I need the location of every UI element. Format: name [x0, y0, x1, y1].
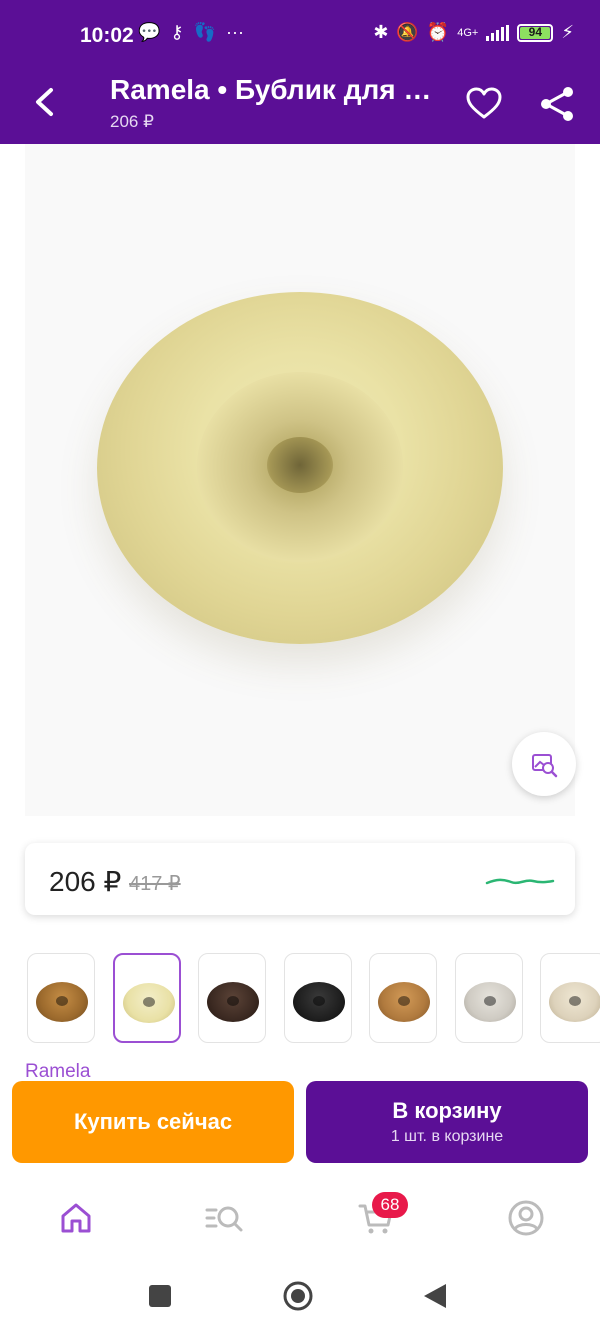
price-old: 417 ₽: [129, 873, 181, 895]
nav-home[interactable]: [56, 1198, 96, 1238]
signal-icon: [486, 24, 510, 41]
system-navigation-bar: [0, 1262, 600, 1332]
network-type: 4G+: [457, 26, 479, 39]
page-title: Ramela • Бублик для …: [110, 74, 432, 105]
bottom-navigation: [0, 1180, 600, 1260]
catalog-search-icon: [205, 1206, 243, 1232]
status-time: 10:02: [80, 24, 134, 47]
home-system-button[interactable]: [282, 1280, 314, 1312]
variant-thumbnail-7[interactable]: [540, 953, 600, 1043]
add-to-cart-button[interactable]: В корзину 1 шт. в корзине: [306, 1081, 588, 1163]
chat-icon: 💬: [138, 22, 161, 42]
buy-now-label: Купить сейчас: [73, 1109, 233, 1134]
price-card[interactable]: 206 ₽ 417 ₽: [25, 843, 575, 915]
visual-search-button[interactable]: [512, 732, 576, 796]
hair-bun-picture: [97, 292, 503, 644]
home-icon: [61, 1203, 91, 1233]
steps-icon: 👣: [193, 22, 217, 42]
buy-now-button[interactable]: Купить сейчас: [12, 1081, 294, 1163]
back-button[interactable]: [26, 82, 66, 122]
more-icon: ···: [226, 22, 245, 42]
status-right-icons: ✱ 🔕 ⏰ 4G+ 94 ⚡: [373, 22, 574, 43]
variant-thumbnail-1[interactable]: [27, 953, 95, 1043]
status-left-icons: 💬 ⚷ 👣 ···: [138, 22, 244, 43]
variant-thumbnails: [27, 953, 600, 1045]
price-trend-icon: [485, 878, 555, 885]
product-image[interactable]: [25, 144, 575, 816]
price-current: 206 ₽: [49, 866, 122, 897]
recents-button[interactable]: [148, 1284, 172, 1308]
status-bar: 10:02 💬 ⚷ 👣 ··· ✱ 🔕 ⏰ 4G+ 94 ⚡: [0, 0, 600, 64]
app-bar: Ramela • Бублик для … 206 ₽: [0, 64, 600, 144]
bluetooth-icon: ✱: [373, 22, 389, 42]
alarm-icon: ⏰: [426, 22, 450, 42]
variant-thumbnail-6[interactable]: [455, 953, 523, 1043]
favorite-button[interactable]: [462, 82, 506, 126]
charging-icon: ⚡: [561, 22, 574, 42]
share-icon: [541, 87, 573, 121]
nav-profile[interactable]: [506, 1198, 546, 1238]
variant-thumbnail-4[interactable]: [284, 953, 352, 1043]
add-to-cart-label: В корзину: [392, 1098, 502, 1123]
image-search-icon: [532, 754, 558, 778]
in-cart-count-label: 1 шт. в корзине: [390, 1128, 504, 1145]
battery-icon: 94: [517, 23, 554, 42]
back-system-button[interactable]: [422, 1282, 448, 1310]
silent-icon: 🔕: [396, 22, 419, 42]
page-subtitle-price: 206 ₽: [110, 112, 154, 131]
variant-thumbnail-3[interactable]: [198, 953, 266, 1043]
heart-icon: [466, 87, 502, 119]
variant-thumbnail-2[interactable]: [113, 953, 181, 1043]
cart-count-badge: 68: [372, 1192, 408, 1218]
share-button[interactable]: [536, 82, 580, 126]
nav-catalog[interactable]: [204, 1198, 244, 1238]
profile-icon: [508, 1200, 544, 1236]
variant-thumbnail-5[interactable]: [369, 953, 437, 1043]
chevron-left-icon: [36, 88, 53, 116]
brand-link[interactable]: Ramela: [25, 1061, 90, 1083]
key-icon: ⚷: [170, 22, 184, 42]
